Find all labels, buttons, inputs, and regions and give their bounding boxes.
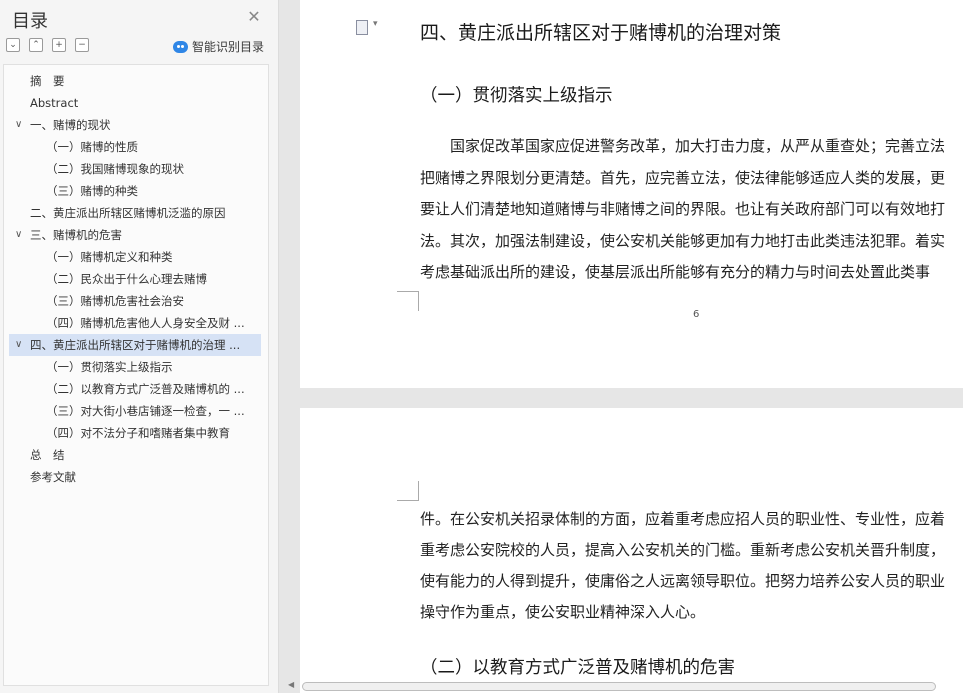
- paragraph-line: 使有能力的人得到提升，使庸俗之人远离领导职位。把努力培养公安人员的职业: [420, 572, 946, 590]
- smart-recognize-button[interactable]: 智能识别目录: [173, 38, 264, 55]
- subsection-heading: （一）贯彻落实上级指示: [420, 86, 613, 106]
- paragraph-line: 操守作为重点，使公安职业精神深入人心。: [420, 603, 706, 621]
- horizontal-scrollbar[interactable]: ◀: [288, 680, 963, 692]
- toc-item-chapter-1[interactable]: ∨ 一、赌博的现状: [4, 114, 268, 136]
- paragraph-line: 国家促改革国家应促进警务改革，加大打击力度，从严从重查处；完善立法: [450, 137, 946, 155]
- remove-level-icon[interactable]: −: [75, 38, 89, 52]
- chevron-down-icon[interactable]: ∨: [15, 224, 25, 246]
- toc-item-chapter-2[interactable]: 二、黄庄派出所辖区赌博机泛滥的原因: [4, 202, 268, 224]
- paragraph-line: 要让人们清楚地知道赌博与非赌博之间的界限。也让有关政府部门可以有效地打: [420, 200, 946, 218]
- toc-title: 目录: [12, 11, 48, 32]
- toc-list: 摘 要 Abstract ∨ 一、赌博的现状 （一）赌博的性质 （二）我国赌博现…: [3, 64, 269, 686]
- section-heading: 四、黄庄派出所辖区对于赌博机的治理对策: [420, 22, 782, 44]
- close-icon[interactable]: ✕: [246, 9, 262, 25]
- collapse-all-icon[interactable]: ⌄: [6, 38, 20, 52]
- chevron-down-icon[interactable]: ∨: [15, 114, 25, 136]
- document-viewer: 目录 ✕ ⌄ ⌃ + − 智能识别目录 摘 要 Abstract ∨ 一、赌博的…: [0, 0, 963, 693]
- toc-item-chapter-3[interactable]: ∨ 三、赌博机的危害: [4, 224, 268, 246]
- margin-marker: [397, 291, 419, 311]
- page-number: 6: [693, 309, 700, 320]
- ai-robot-icon: [173, 40, 188, 53]
- margin-marker: [397, 481, 419, 501]
- toc-item-4-3[interactable]: （三）对大街小巷店铺逐一检查，一 ...: [4, 400, 268, 422]
- toc-item-4-4[interactable]: （四）对不法分子和嗜赌者集中教育: [4, 422, 268, 444]
- paragraph-line: 法。其次，加强法制建设，使公安机关能够更加有力地打击此类违法犯罪。着实: [420, 232, 946, 250]
- paragraph-line: 考虑基础派出所的建设，使基层派出所能够有充分的精力与时间去处置此类事: [420, 263, 931, 281]
- page: 四、黄庄派出所辖区对于赌博机的治理对策 （一）贯彻落实上级指示 国家促改革国家应…: [300, 0, 963, 388]
- paragraph-line: 把赌博之界限划分更清楚。首先，应完善立法，使法律能够适应人类的发展，更: [420, 169, 946, 187]
- add-level-icon[interactable]: +: [52, 38, 66, 52]
- toc-item-3-2[interactable]: （二）民众出于什么心理去赌博: [4, 268, 268, 290]
- document-area[interactable]: 四、黄庄派出所辖区对于赌博机的治理对策 （一）贯彻落实上级指示 国家促改革国家应…: [280, 0, 963, 693]
- toc-item-1-2[interactable]: （二）我国赌博现象的现状: [4, 158, 268, 180]
- paragraph-line: 重考虑公安院校的人员，提高入公安机关的门槛。重新考虑公安机关晋升制度，: [420, 541, 946, 559]
- smart-recognize-label: 智能识别目录: [192, 40, 265, 54]
- toc-item-1-3[interactable]: （三）赌博的种类: [4, 180, 268, 202]
- toc-item-chapter-4[interactable]: ∨ 四、黄庄派出所辖区对于赌博机的治理 ...: [9, 334, 261, 356]
- toc-item-3-4[interactable]: （四）赌博机危害他人人身安全及财 ...: [4, 312, 268, 334]
- toc-item-4-1[interactable]: （一）贯彻落实上级指示: [4, 356, 268, 378]
- scroll-left-icon[interactable]: ◀: [288, 680, 294, 689]
- toc-item-abstract-cn[interactable]: 摘 要: [4, 70, 268, 92]
- toc-item-3-3[interactable]: （三）赌博机危害社会治安: [4, 290, 268, 312]
- toc-item-abstract-en[interactable]: Abstract: [4, 92, 268, 114]
- scrollbar-thumb[interactable]: [302, 682, 936, 691]
- document-icon[interactable]: [356, 19, 378, 35]
- expand-all-icon[interactable]: ⌃: [29, 38, 43, 52]
- toc-item-4-2[interactable]: （二）以教育方式广泛普及赌博机的 ...: [4, 378, 268, 400]
- toc-item-references[interactable]: 参考文献: [4, 466, 268, 488]
- paragraph-line: 件。在公安机关招录体制的方面，应着重考虑应招人员的职业性、专业性，应着: [420, 510, 946, 528]
- toc-panel: 目录 ✕ ⌄ ⌃ + − 智能识别目录 摘 要 Abstract ∨ 一、赌博的…: [0, 0, 279, 693]
- subsection-heading: （二）以教育方式广泛普及赌博机的危害: [420, 658, 735, 678]
- page: 件。在公安机关招录体制的方面，应着重考虑应招人员的职业性、专业性，应着 重考虑公…: [300, 408, 963, 693]
- toc-toolbar: ⌄ ⌃ + −: [6, 38, 89, 52]
- toc-item-1-1[interactable]: （一）赌博的性质: [4, 136, 268, 158]
- toc-item-3-1[interactable]: （一）赌博机定义和种类: [4, 246, 268, 268]
- toc-item-summary[interactable]: 总 结: [4, 444, 268, 466]
- chevron-down-icon[interactable]: ∨: [15, 334, 25, 356]
